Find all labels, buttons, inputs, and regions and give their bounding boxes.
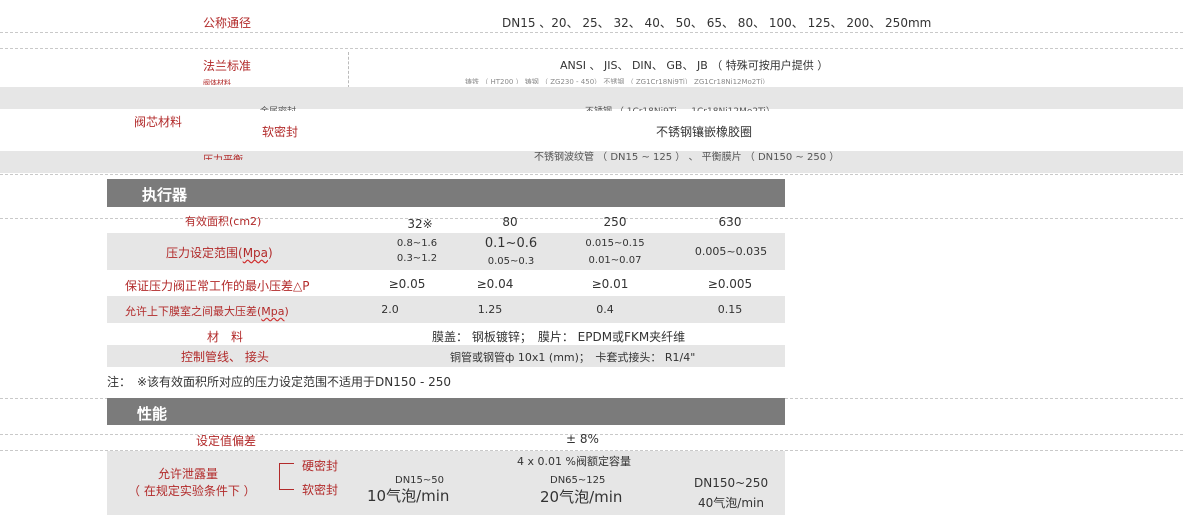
max-differential-value: 0.4 xyxy=(596,303,614,316)
actuator-material-label: 材 料 xyxy=(207,330,244,344)
max-differential-value: 1.25 xyxy=(477,303,503,316)
footnote: 注： ※该有效面积所对应的压力设定范围不适用于DN150 - 250 xyxy=(107,375,452,389)
body-material-label: 阀体材料 xyxy=(203,79,231,85)
soft-seal-size: DN65~125 xyxy=(550,475,606,486)
divider xyxy=(0,32,1183,33)
range-value: 0.01~0.07 xyxy=(588,255,642,266)
leakage-condition-label: （ 在规定实验条件下 ） xyxy=(128,484,256,498)
pressure-range-label: 压力设定范围(Mpa) xyxy=(166,246,273,260)
min-differential-value: ≥0.01 xyxy=(591,277,629,291)
nominal-diameter-label: 公称通径 xyxy=(203,16,252,30)
soft-seal-leak-value: 10气泡/min xyxy=(367,487,450,505)
range-value: 0.8~1.6 xyxy=(396,238,438,249)
performance-section-header: 性能 xyxy=(107,398,785,425)
soft-seal-size: DN150~250 xyxy=(694,476,769,490)
setpoint-deviation-value: ± 8% xyxy=(566,432,599,446)
min-differential-value: ≥0.04 xyxy=(476,277,514,291)
nominal-diameter-value: DN15 、20、 25、 32、 40、 50、 65、 80、 100、 1… xyxy=(502,16,932,30)
pressure-balance-label: 压力平衡 xyxy=(203,151,243,160)
area-value: 32※ xyxy=(407,217,433,231)
setpoint-deviation-label: 设定值偏差 xyxy=(196,434,257,448)
soft-seal-leak-value: 40气泡/min xyxy=(698,496,764,510)
body-material-value: 铸铁 （ HT200 ） 铸钢 （ ZG230 - 450） 不锈钢 （ ZG1… xyxy=(465,78,770,84)
range-value: 0.05~0.3 xyxy=(487,256,535,267)
min-differential-label: 保证压力阀正常工作的最小压差△P xyxy=(125,279,310,293)
hard-seal-leak-value: 4 x 0.01 %阀额定容量 xyxy=(517,455,631,468)
soft-seal-value: 不锈钢镶嵌橡胶圈 xyxy=(656,125,753,139)
control-pipe-label: 控制管线、 接头 xyxy=(181,350,269,364)
metal-seal-value: 不锈钢 （ 1Cr18Ni9Ti 、 1Cr18Ni12Mo2Ti） xyxy=(585,104,775,111)
metal-seal-label: 金属密封 xyxy=(260,104,296,111)
bracket-line xyxy=(279,463,294,464)
min-differential-value: ≥0.005 xyxy=(707,277,753,291)
max-differential-label: 允许上下膜室之间最大压差(Mpa) xyxy=(125,305,289,318)
actuator-section-header: 执行器 xyxy=(107,179,785,207)
hard-seal-label: 硬密封 xyxy=(302,459,339,473)
divider xyxy=(0,174,1183,175)
max-differential-value: 0.15 xyxy=(717,303,743,316)
range-value: 0.1~0.6 xyxy=(484,236,538,251)
flange-standard-value: ANSI 、 JIS、 DIN、 GB、 JB （ 特殊可按用户提供 ） xyxy=(560,59,829,72)
max-differential-value: 2.0 xyxy=(381,303,399,316)
column-divider xyxy=(348,52,349,88)
flange-standard-label: 法兰标准 xyxy=(203,59,252,73)
area-value: 630 xyxy=(718,215,742,229)
leakage-label: 允许泄露量 xyxy=(158,467,219,481)
soft-seal-leak-value: 20气泡/min xyxy=(540,488,623,506)
performance-title: 性能 xyxy=(137,405,168,423)
range-value: 0.3~1.2 xyxy=(396,253,438,264)
control-pipe-value: 铜管或钢管ф 10x1 (mm)； 卡套式接头： R1/4" xyxy=(450,351,696,364)
bracket-line xyxy=(279,489,294,490)
area-value: 80 xyxy=(502,215,518,229)
actuator-material-value: 膜盖： 钢板镀锌； 膜片： EPDM或FKM夹纤维 xyxy=(432,330,686,344)
actuator-title: 执行器 xyxy=(142,186,188,204)
range-value: 0.015~0.15 xyxy=(585,238,645,249)
area-value: 250 xyxy=(603,215,627,229)
divider xyxy=(0,48,1183,49)
effective-area-label: 有效面积(cm2) xyxy=(185,215,262,228)
core-material-label: 阀芯材料 xyxy=(134,115,183,129)
range-value: 0.005~0.035 xyxy=(694,245,768,258)
soft-seal-label: 软密封 xyxy=(302,483,339,497)
pressure-balance-value: 不锈钢波纹管 （ DN15 ~ 125 ） 、 平衡膜片 （ DN150 ~ 2… xyxy=(534,152,840,163)
soft-seal-label: 软密封 xyxy=(262,125,299,139)
bracket-line xyxy=(279,463,280,490)
min-differential-value: ≥0.05 xyxy=(388,277,426,291)
